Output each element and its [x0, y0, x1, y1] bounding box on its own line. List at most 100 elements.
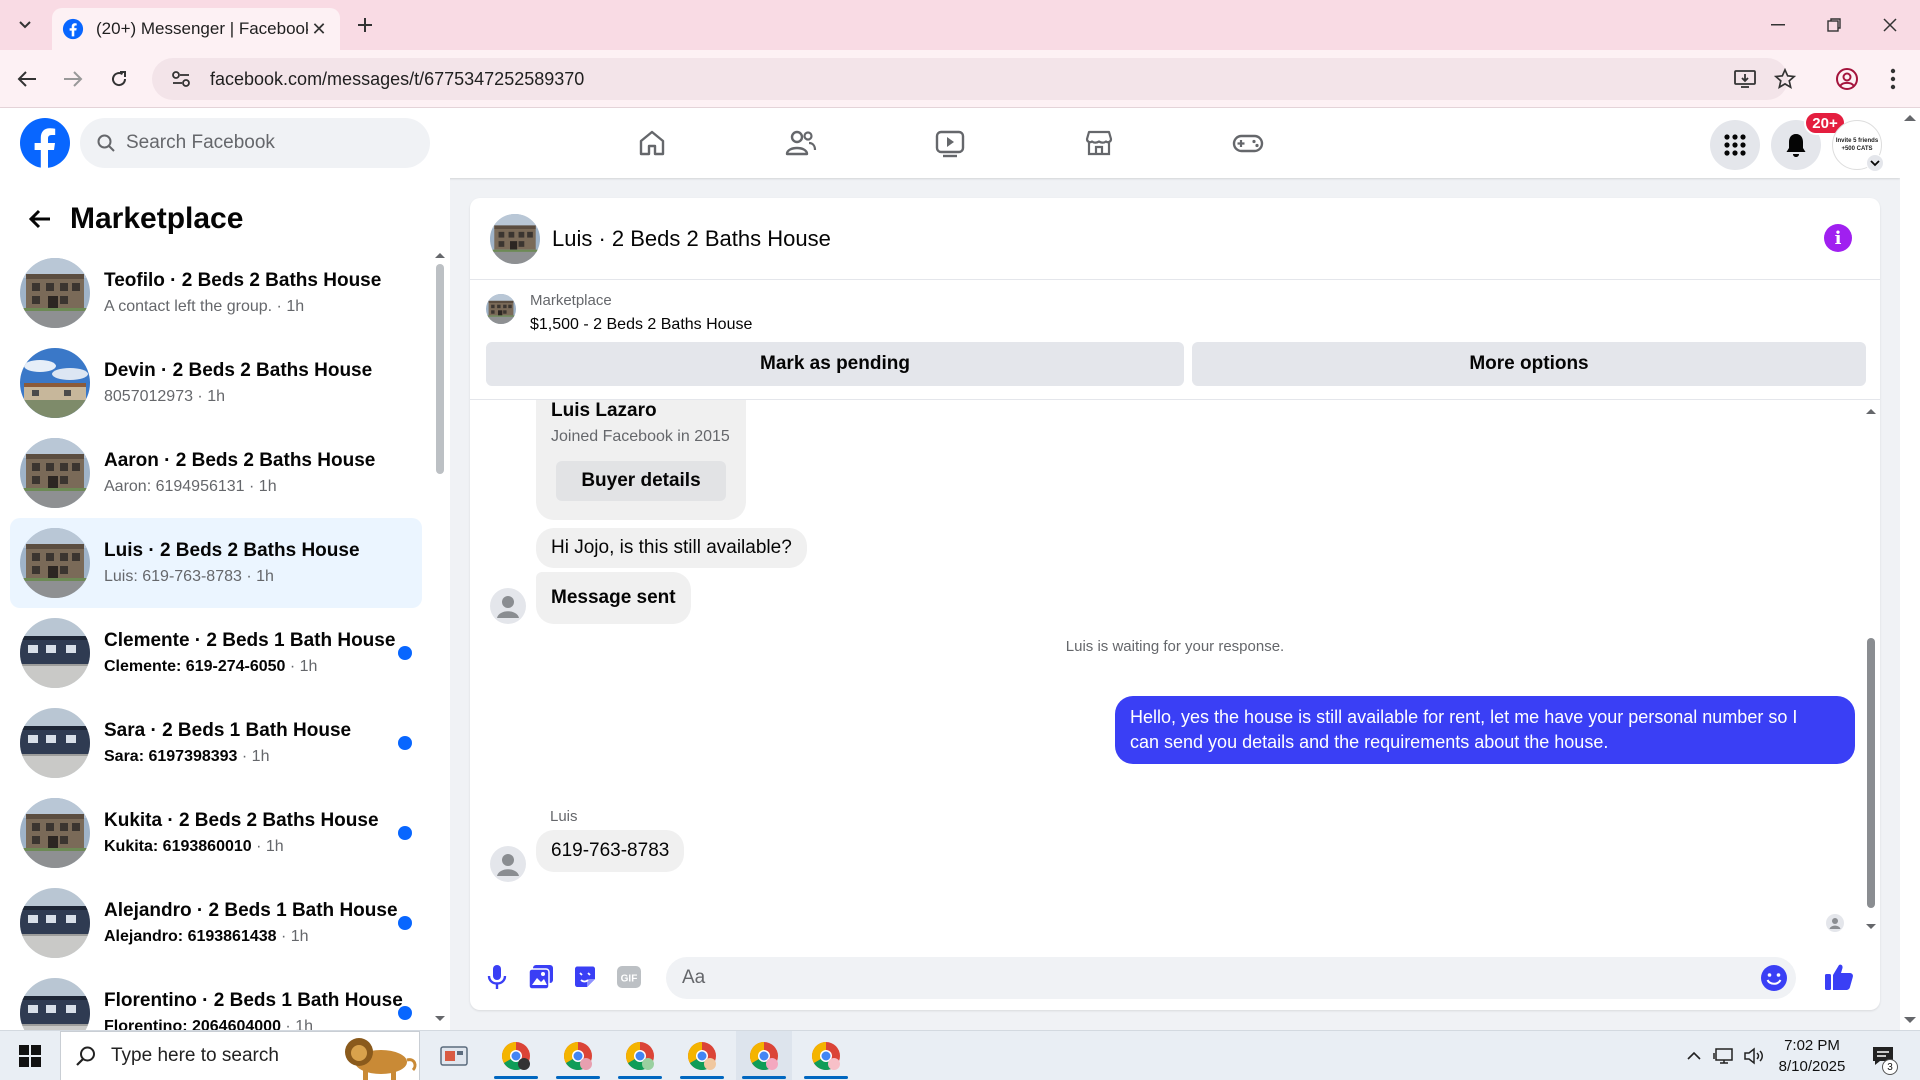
- conversation-item[interactable]: Devin · 2 Beds 2 Baths House 8057012973 ·…: [10, 338, 422, 428]
- listing-thumbnail[interactable]: [486, 294, 516, 324]
- nav-friends[interactable]: [746, 116, 856, 170]
- buyer-details-button[interactable]: Buyer details: [556, 461, 726, 501]
- page-scrollbar[interactable]: [1900, 108, 1920, 1030]
- star-icon: [1774, 68, 1796, 89]
- taskbar-app-file-explorer[interactable]: [426, 1031, 482, 1080]
- conversation-name: Sara · 2 Beds 1 Bath House: [104, 720, 352, 741]
- minimize-window-button[interactable]: [1750, 0, 1806, 50]
- close-window-button[interactable]: [1862, 0, 1918, 50]
- home-icon: [639, 130, 665, 156]
- profile-button[interactable]: [1832, 64, 1862, 94]
- conversation-thumbnail: [20, 888, 90, 958]
- message-bubble[interactable]: 619-763-8783: [536, 830, 685, 872]
- conversation-text: Sara · 2 Beds 1 Bath House Sara: 61973983…: [104, 720, 422, 766]
- conversation-item[interactable]: Alejandro · 2 Beds 1 Bath House Alejandro…: [10, 878, 422, 968]
- more-options-button[interactable]: More options: [1192, 342, 1866, 386]
- conversation-preview: Luis: 619-763-8783: [104, 568, 242, 585]
- conversation-preview-line: Luis: 619-763-8783 · 1h: [104, 568, 422, 586]
- network-status-button[interactable]: [1710, 1031, 1738, 1080]
- conversation-item[interactable]: Florentino · 2 Beds 1 Bath House Florenti…: [10, 968, 422, 1030]
- chat-scroll-thumb[interactable]: [1867, 638, 1875, 908]
- taskbar-app-chrome-5[interactable]: [736, 1031, 792, 1080]
- chat-scrollbar[interactable]: [1864, 404, 1878, 934]
- chat-panel: Luis · 2 Beds 2 Baths House i Marketplac…: [470, 198, 1880, 1010]
- conversation-item[interactable]: Kukita · 2 Beds 2 Baths House Kukita: 619…: [10, 788, 422, 878]
- conversation-name: Kukita · 2 Beds 2 Baths House: [104, 810, 379, 831]
- taskbar-search-box[interactable]: [60, 1031, 420, 1080]
- menu-button[interactable]: [1710, 120, 1760, 170]
- buyer-joined: Joined Facebook in 2015: [551, 428, 730, 445]
- conversation-name: Luis · 2 Beds 2 Baths House: [104, 540, 360, 561]
- close-tab-icon[interactable]: ✕: [308, 18, 330, 40]
- contact-avatar[interactable]: [490, 588, 526, 624]
- taskbar-clock[interactable]: 7:02 PM 8/10/2025: [1762, 1035, 1862, 1077]
- outgoing-line-2: can send you details and the requirement…: [1130, 732, 1609, 752]
- conversation-time: · 1h: [251, 838, 284, 855]
- taskbar-app-chrome-6[interactable]: [798, 1031, 854, 1080]
- facebook-favicon-icon: [62, 18, 84, 40]
- taskbar-app-chrome-4[interactable]: [674, 1031, 730, 1080]
- listing-price[interactable]: $1,500 - 2 Beds 2 Baths House: [530, 316, 752, 334]
- message-bubble[interactable]: Hi Jojo, is this still available?: [536, 528, 807, 568]
- attach-photo-button[interactable]: [524, 960, 558, 994]
- message-input-box[interactable]: [666, 957, 1796, 999]
- taskbar-app-chrome-1[interactable]: [488, 1031, 544, 1080]
- message-input[interactable]: [682, 967, 1742, 989]
- sticker-icon: [575, 966, 595, 987]
- taskbar-search-input[interactable]: [111, 1045, 311, 1067]
- site-info-icon[interactable]: [170, 68, 192, 90]
- browser-tab-messenger[interactable]: (20+) Messenger | Facebook ✕: [52, 8, 340, 50]
- voice-clip-button[interactable]: [480, 960, 514, 994]
- chat-avatar[interactable]: [490, 213, 540, 264]
- sidebar-back-button[interactable]: [20, 199, 60, 239]
- bookmark-button[interactable]: [1770, 64, 1800, 94]
- start-button[interactable]: [0, 1031, 60, 1080]
- mark-as-pending-button[interactable]: Mark as pending: [486, 342, 1184, 386]
- chat-title[interactable]: Luis · 2 Beds 2 Baths House: [552, 226, 831, 252]
- facebook-search-box[interactable]: [80, 118, 430, 168]
- outgoing-message-bubble[interactable]: Hello, yes the house is still available …: [1115, 696, 1855, 764]
- profile-text-2: +500 CATS: [1841, 146, 1873, 152]
- conversation-item[interactable]: Teofilo · 2 Beds 2 Baths House A contact …: [10, 248, 422, 338]
- show-hidden-icons-button[interactable]: [1680, 1031, 1708, 1080]
- forward-button[interactable]: [58, 64, 88, 94]
- conversation-preview: Kukita: 6193860010: [104, 838, 252, 855]
- conversation-info-icon[interactable]: i: [1824, 224, 1852, 252]
- tab-search-button[interactable]: [10, 12, 40, 38]
- conversation-name: Aaron · 2 Beds 2 Baths House: [104, 450, 376, 471]
- taskbar-app-chrome-2[interactable]: [550, 1031, 606, 1080]
- nav-video[interactable]: [895, 116, 1005, 170]
- install-app-button[interactable]: [1730, 64, 1760, 94]
- emoji-icon[interactable]: [1760, 964, 1788, 992]
- reload-button[interactable]: [104, 64, 134, 94]
- message-bubble[interactable]: Message sent: [536, 572, 691, 624]
- send-like-button[interactable]: [1822, 960, 1856, 994]
- profile-text-1: Invite 5 friends: [1835, 138, 1879, 144]
- facebook-search-input[interactable]: [126, 132, 406, 154]
- sidebar-scrollbar[interactable]: [434, 248, 446, 1028]
- default-user-icon: [497, 596, 519, 618]
- conversation-item[interactable]: Clemente · 2 Beds 1 Bath House Clemente: …: [10, 608, 422, 698]
- taskbar-app-chrome-3[interactable]: [612, 1031, 668, 1080]
- conversation-item[interactable]: Sara · 2 Beds 1 Bath House Sara: 61973983…: [10, 698, 422, 788]
- conversation-item[interactable]: Aaron · 2 Beds 2 Baths House Aaron: 61949…: [10, 428, 422, 518]
- conversation-preview-line: Aaron: 6194956131 · 1h: [104, 478, 422, 496]
- nav-home[interactable]: [597, 116, 707, 170]
- new-tab-button[interactable]: [352, 12, 378, 38]
- facebook-logo-icon[interactable]: [20, 118, 70, 168]
- account-menu-chevron[interactable]: [1866, 154, 1884, 172]
- address-bar[interactable]: facebook.com/messages/t/6775347252589370: [152, 58, 1788, 100]
- gif-button[interactable]: GIF: [612, 960, 646, 994]
- nav-gaming[interactable]: [1193, 116, 1303, 170]
- marketplace-chat-sidebar: Marketplace Teofilo · 2 Beds 2 Baths Hou…: [0, 178, 450, 1030]
- sidebar-scroll-thumb[interactable]: [436, 264, 444, 474]
- conversation-item[interactable]: Luis · 2 Beds 2 Baths House Luis: 619-763…: [10, 518, 422, 608]
- restore-window-button[interactable]: [1806, 0, 1862, 50]
- network-icon: [1713, 1048, 1733, 1064]
- browser-menu-button[interactable]: [1878, 64, 1908, 94]
- back-button[interactable]: [12, 64, 42, 94]
- contact-avatar[interactable]: [490, 846, 526, 882]
- nav-marketplace[interactable]: [1044, 116, 1154, 170]
- seen-indicator-avatar: [1826, 914, 1844, 932]
- sticker-button[interactable]: [568, 960, 602, 994]
